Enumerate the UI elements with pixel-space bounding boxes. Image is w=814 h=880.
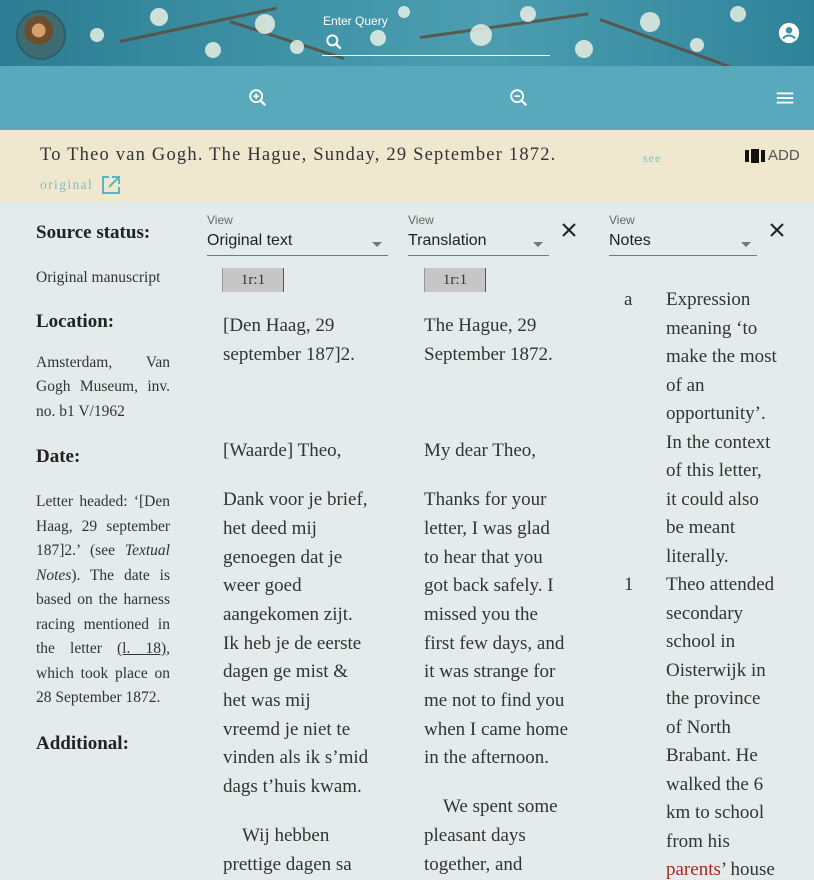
- translation-paragraph-2: We spent some pleasant days together, and: [424, 796, 558, 875]
- translation-paragraph-1: Thanks for your letter, I was glad to hear…: [424, 489, 569, 769]
- add-button[interactable]: ADD: [745, 147, 800, 164]
- note-marker: 1: [624, 574, 634, 595]
- search-placeholder: Enter Query: [323, 14, 388, 28]
- chevron-down-icon: [533, 242, 543, 247]
- parents-link[interactable]: parents: [666, 859, 721, 880]
- view-label-notes: View: [609, 213, 635, 227]
- additional-heading: Additional:: [36, 732, 129, 754]
- view-label-original: View: [207, 213, 233, 227]
- account-icon[interactable]: [778, 22, 800, 44]
- search-underline: [322, 55, 550, 56]
- search-icon[interactable]: [324, 32, 344, 52]
- location-heading: Location:: [36, 310, 115, 332]
- page-button-original[interactable]: 1r:1: [222, 268, 284, 292]
- view-label-translation: View: [408, 213, 434, 227]
- translation-heading: The Hague, 29 September 1872.: [424, 315, 553, 365]
- chevron-down-icon: [741, 242, 751, 247]
- original-text-column: [Den Haag, 29 september 187]2. [Waarde] T…: [223, 312, 403, 879]
- page-button-translation[interactable]: 1r:1: [424, 268, 486, 292]
- chevron-down-icon: [372, 242, 382, 247]
- source-status-value: Original manuscript: [36, 269, 161, 286]
- external-link-icon: [102, 176, 121, 194]
- original-link[interactable]: original: [40, 175, 121, 195]
- translation-salutation: My dear Theo,: [424, 440, 537, 462]
- close-icon[interactable]: [560, 221, 578, 239]
- view-select-notes[interactable]: Notes: [609, 232, 757, 256]
- see-link[interactable]: see: [643, 151, 661, 166]
- add-label: ADD: [768, 147, 800, 164]
- letter-title-bar: [0, 130, 814, 202]
- zoom-in-icon[interactable]: [247, 87, 269, 109]
- original-salutation: [Waarde] Theo,: [223, 440, 342, 462]
- original-paragraph-2: Wij hebben prettige dagen sa: [223, 824, 352, 875]
- toolbar: [0, 66, 814, 130]
- note-item: 1 Theo attended secondary school in Oisterw…: [610, 571, 810, 880]
- note-text: Theo attended secondary school in Oisterwij…: [666, 574, 775, 880]
- letter-title: To Theo van Gogh. The Hague, Sunday, 29 …: [40, 145, 557, 165]
- line-ref-link[interactable]: (l. 18): [117, 640, 166, 657]
- close-icon[interactable]: [768, 221, 786, 239]
- note-marker: a: [624, 289, 633, 310]
- location-value: Amsterdam, Van Gogh Museum, inv. no. b1 …: [36, 353, 170, 420]
- original-heading: [Den Haag, 29 september 187]2.: [223, 315, 355, 365]
- note-text: Expression meaning ‘to make the most of an o…: [666, 289, 777, 567]
- menu-icon[interactable]: [774, 87, 796, 109]
- source-status-heading: Source status:: [36, 222, 151, 243]
- original-label: original: [40, 177, 94, 192]
- metadata-sidebar: Source status: Original manuscript Locat…: [36, 222, 170, 755]
- date-value: Letter headed: ‘[Den Haag, 29 september …: [36, 493, 170, 706]
- date-heading: Date:: [36, 446, 81, 467]
- columns-icon: [745, 148, 765, 163]
- view-select-original[interactable]: Original text: [207, 232, 388, 256]
- view-select-translation[interactable]: Translation: [408, 232, 549, 256]
- note-item: a Expression meaning ‘to make the most of a…: [610, 286, 810, 571]
- original-paragraph-1: Dank voor je brief, het deed mij genoegen …: [223, 489, 369, 798]
- search-field[interactable]: Enter Query: [322, 12, 550, 58]
- notes-column: a Expression meaning ‘to make the most of a…: [610, 286, 810, 880]
- avatar[interactable]: [16, 10, 66, 60]
- zoom-out-icon[interactable]: [508, 87, 530, 109]
- translation-column: The Hague, 29 September 1872. My dear The…: [424, 312, 604, 879]
